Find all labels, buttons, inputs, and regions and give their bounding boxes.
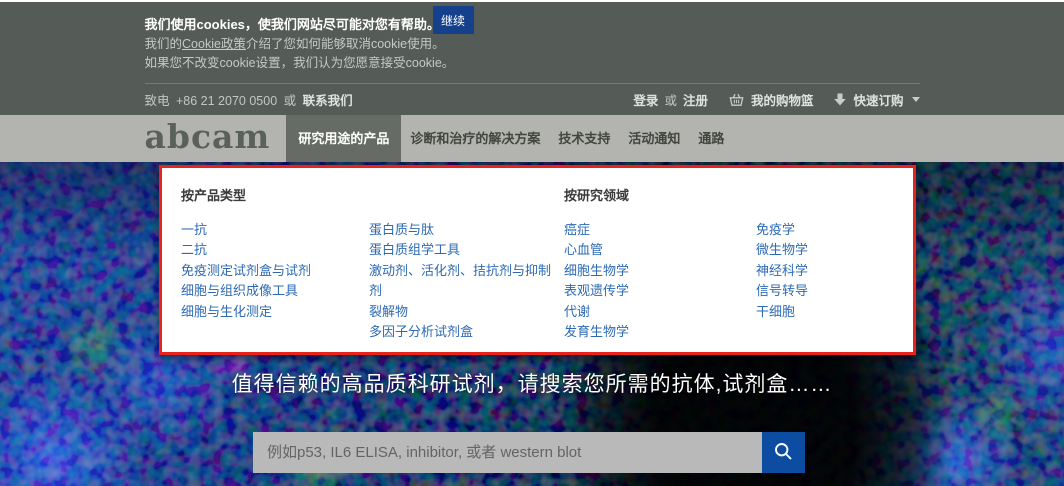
link-immunoassay-kits[interactable]: 免疫测定试剂盒与试剂 bbox=[181, 263, 311, 278]
account-links: 登录 或 注册 我的购物篮 bbox=[619, 90, 919, 109]
contact-phone: 致电 +86 21 2070 0500 或 联系我们 bbox=[145, 90, 353, 109]
nav-tab-pathways[interactable]: 通路 bbox=[689, 115, 733, 162]
nav-tab-events[interactable]: 活动通知 bbox=[619, 115, 689, 162]
list-item: 代谢 bbox=[564, 302, 756, 322]
phone-number: +86 21 2070 0500 bbox=[176, 94, 277, 108]
research-area-column-2: 免疫学 微生物学 神经科学 信号转导 干细胞 bbox=[756, 220, 808, 342]
product-type-header: 按产品类型 bbox=[181, 185, 564, 204]
basket-icon bbox=[728, 92, 745, 108]
abcam-logo[interactable]: abcam bbox=[145, 115, 271, 162]
cookie-continue-button[interactable]: 继续 bbox=[433, 6, 474, 34]
link-developmental-biology[interactable]: 发育生物学 bbox=[564, 324, 629, 339]
utility-bar: 致电 +86 21 2070 0500 或 联系我们 登录 或 注册 bbox=[145, 83, 920, 115]
list-item: 一抗 bbox=[181, 220, 369, 240]
link-cancer[interactable]: 癌症 bbox=[564, 222, 590, 237]
research-area-column-1: 癌症 心血管 细胞生物学 表观遗传学 代谢 发育生物学 bbox=[564, 220, 756, 342]
primary-nav: 研究用途的产品 诊断和治疗的解决方案 技术支持 活动通知 通路 bbox=[286, 115, 733, 162]
link-metabolism[interactable]: 代谢 bbox=[564, 304, 590, 319]
link-agonists-inhibitors[interactable]: 激动剂、活化剂、拮抗剂与抑制剂 bbox=[369, 263, 551, 298]
link-multiplex-assay-kits[interactable]: 多因子分析试剂盒 bbox=[369, 324, 473, 339]
quick-order[interactable]: 快速订购 bbox=[833, 90, 919, 109]
list-item: 蛋白质组学工具 bbox=[369, 240, 559, 260]
arrow-down-icon bbox=[833, 92, 847, 107]
link-stem-cells[interactable]: 干细胞 bbox=[756, 304, 795, 319]
cookie-title: 我们使用cookies，使我们网站尽可能对您有帮助。 bbox=[145, 15, 920, 35]
top-banner: 我们使用cookies，使我们网站尽可能对您有帮助。 我们的Cookie政策介绍… bbox=[0, 2, 1064, 115]
mega-menu-section-product-type: 按产品类型 一抗 二抗 免疫测定试剂盒与试剂 细胞与组织成像工具 细胞与生化测定… bbox=[181, 185, 564, 352]
search-input[interactable] bbox=[253, 432, 762, 473]
search-bar bbox=[253, 432, 805, 473]
list-item: 心血管 bbox=[564, 240, 756, 260]
list-item: 免疫测定试剂盒与试剂 bbox=[181, 261, 369, 281]
link-proteins-peptides[interactable]: 蛋白质与肽 bbox=[369, 222, 434, 237]
basket-link[interactable]: 我的购物篮 bbox=[751, 90, 814, 109]
link-primary-antibodies[interactable]: 一抗 bbox=[181, 222, 207, 237]
research-area-header: 按研究领域 bbox=[564, 185, 913, 204]
list-item: 多因子分析试剂盒 bbox=[369, 322, 559, 342]
list-item: 细胞与组织成像工具 bbox=[181, 281, 369, 301]
link-cell-tissue-imaging[interactable]: 细胞与组织成像工具 bbox=[181, 283, 298, 298]
cookie-notice: 我们使用cookies，使我们网站尽可能对您有帮助。 我们的Cookie政策介绍… bbox=[145, 2, 920, 83]
call-prefix: 致电 bbox=[145, 94, 170, 108]
list-item: 蛋白质与肽 bbox=[369, 220, 559, 240]
link-secondary-antibodies[interactable]: 二抗 bbox=[181, 242, 207, 257]
list-item: 激动剂、活化剂、拮抗剂与抑制剂 bbox=[369, 261, 559, 302]
caret-down-icon bbox=[912, 97, 920, 102]
list-item: 发育生物学 bbox=[564, 322, 756, 342]
list-item: 裂解物 bbox=[369, 302, 559, 322]
product-type-column-2: 蛋白质与肽 蛋白质组学工具 激动剂、活化剂、拮抗剂与抑制剂 裂解物 多因子分析试… bbox=[369, 220, 559, 342]
link-cell-biochemical-assays[interactable]: 细胞与生化测定 bbox=[181, 304, 272, 319]
list-item: 癌症 bbox=[564, 220, 756, 240]
link-cell-biology[interactable]: 细胞生物学 bbox=[564, 263, 629, 278]
hero-section: 按产品类型 一抗 二抗 免疫测定试剂盒与试剂 细胞与组织成像工具 细胞与生化测定… bbox=[0, 162, 1064, 486]
nav-tab-technical-support[interactable]: 技术支持 bbox=[549, 115, 619, 162]
search-icon bbox=[773, 441, 794, 465]
cookie-policy-link[interactable]: Cookie政策 bbox=[182, 37, 246, 51]
register-link[interactable]: 注册 bbox=[683, 90, 708, 109]
link-signal-transduction[interactable]: 信号转导 bbox=[756, 283, 808, 298]
cookie-line2-suffix: 介绍了您如何能够取消cookie使用。 bbox=[246, 37, 445, 51]
products-mega-menu: 按产品类型 一抗 二抗 免疫测定试剂盒与试剂 细胞与组织成像工具 细胞与生化测定… bbox=[159, 165, 916, 355]
login-link[interactable]: 登录 bbox=[633, 90, 658, 109]
list-item: 细胞与生化测定 bbox=[181, 302, 369, 322]
link-microbiology[interactable]: 微生物学 bbox=[756, 242, 808, 257]
my-basket[interactable]: 我的购物篮 bbox=[728, 90, 814, 109]
login-register: 登录 或 注册 bbox=[633, 90, 708, 109]
list-item: 微生物学 bbox=[756, 240, 808, 260]
cookie-line2-prefix: 我们的 bbox=[145, 37, 183, 51]
link-immunology[interactable]: 免疫学 bbox=[756, 222, 795, 237]
nav-tab-products-research[interactable]: 研究用途的产品 bbox=[286, 115, 401, 162]
list-item: 表观遗传学 bbox=[564, 281, 756, 301]
hero-headline: 值得信赖的高品质科研试剂，请搜索您所需的抗体,试剂盒…… bbox=[0, 368, 1064, 398]
search-button[interactable] bbox=[762, 432, 805, 473]
or-word: 或 bbox=[284, 94, 297, 108]
link-neuroscience[interactable]: 神经科学 bbox=[756, 263, 808, 278]
contact-us-link[interactable]: 联系我们 bbox=[303, 94, 353, 108]
link-epigenetics[interactable]: 表观遗传学 bbox=[564, 283, 629, 298]
list-item: 免疫学 bbox=[756, 220, 808, 240]
cookie-line-3: 如果您不改变cookie设置，我们认为您愿意接受cookie。 bbox=[145, 54, 920, 73]
product-type-column-1: 一抗 二抗 免疫测定试剂盒与试剂 细胞与组织成像工具 细胞与生化测定 bbox=[181, 220, 369, 342]
list-item: 二抗 bbox=[181, 240, 369, 260]
mega-menu-section-research-area: 按研究领域 癌症 心血管 细胞生物学 表观遗传学 代谢 发育生物学 免疫学 微生… bbox=[564, 185, 913, 352]
list-item: 干细胞 bbox=[756, 302, 808, 322]
link-cardiovascular[interactable]: 心血管 bbox=[564, 242, 603, 257]
link-lysates[interactable]: 裂解物 bbox=[369, 304, 408, 319]
cookie-line-2: 我们的Cookie政策介绍了您如何能够取消cookie使用。 bbox=[145, 35, 920, 54]
link-proteomics-tools[interactable]: 蛋白质组学工具 bbox=[369, 242, 460, 257]
nav-tab-diagnostics-therapeutics[interactable]: 诊断和治疗的解决方案 bbox=[401, 115, 549, 162]
main-navbar: abcam 研究用途的产品 诊断和治疗的解决方案 技术支持 活动通知 通路 bbox=[0, 115, 1064, 162]
or-word-2: 或 bbox=[664, 90, 677, 109]
list-item: 神经科学 bbox=[756, 261, 808, 281]
list-item: 细胞生物学 bbox=[564, 261, 756, 281]
quick-order-link[interactable]: 快速订购 bbox=[853, 90, 903, 109]
list-item: 信号转导 bbox=[756, 281, 808, 301]
